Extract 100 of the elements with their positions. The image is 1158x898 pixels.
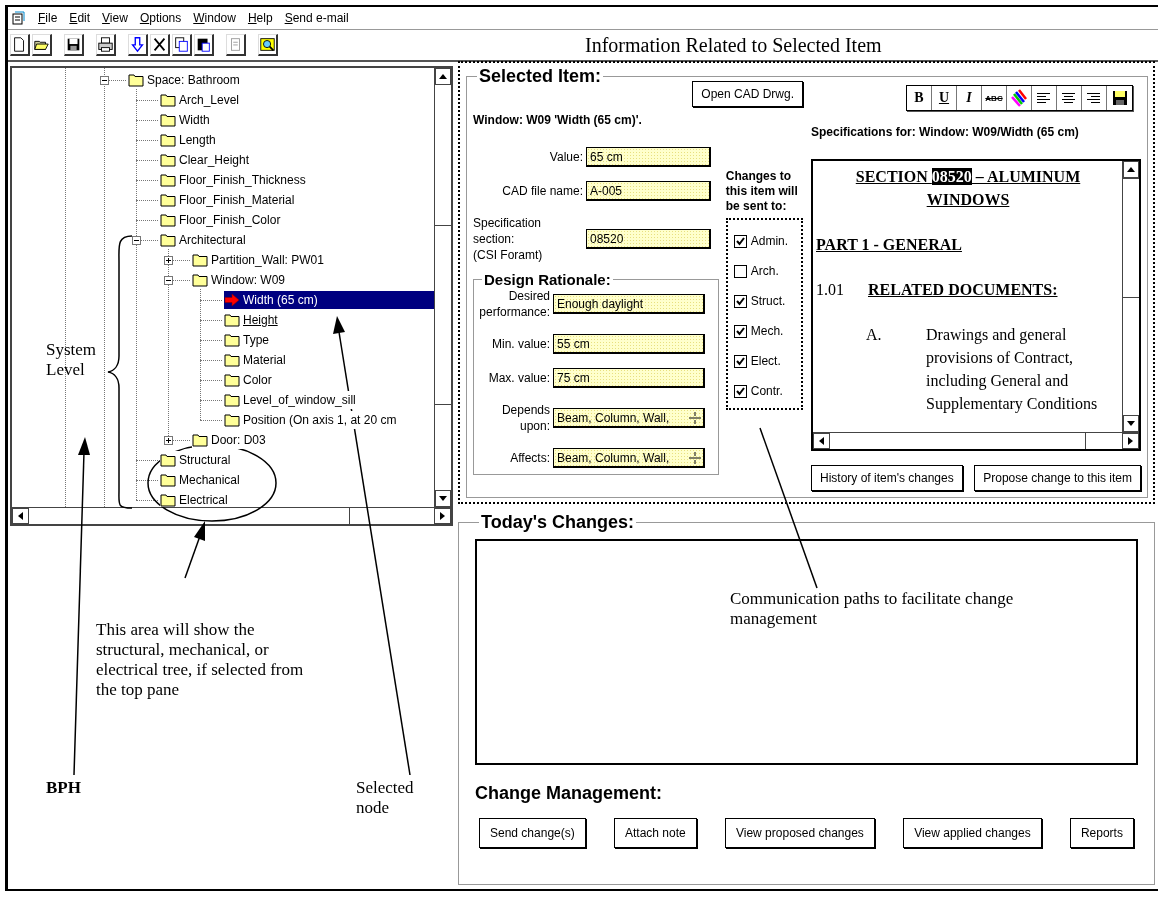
field-label: Specification section: (CSI Foramt) <box>473 215 544 263</box>
copy-button[interactable] <box>172 34 192 56</box>
horizontal-scrollbar[interactable] <box>12 507 451 524</box>
annotation-text: Selected node <box>356 778 415 818</box>
horizontal-scrollbar[interactable] <box>813 432 1139 449</box>
folder-icon <box>160 193 176 207</box>
scroll-left-button[interactable] <box>12 508 29 524</box>
spin-field[interactable]: Beam, Column, Wall, <box>553 408 705 428</box>
action-button[interactable]: Reports <box>1069 818 1134 848</box>
arrow-icon <box>224 293 240 307</box>
collapse-icon[interactable] <box>131 235 141 245</box>
folder-icon <box>160 173 176 187</box>
checkbox-label: Struct. <box>750 294 786 308</box>
format-button[interactable]: ABC <box>982 86 1007 110</box>
new-file-button[interactable] <box>10 34 30 56</box>
folder-icon <box>160 493 176 507</box>
item-paragraph: Drawings and general provisions of Contract, including General and Supplementary Conditions <box>926 325 1099 415</box>
menu-item[interactable]: Options <box>139 11 182 25</box>
delete-button[interactable] <box>150 34 170 56</box>
open-cad-button[interactable]: Open CAD Drwg. <box>692 81 803 107</box>
changes-list[interactable] <box>475 539 1138 765</box>
scroll-right-button[interactable] <box>434 508 451 524</box>
vertical-scrollbar[interactable] <box>434 68 451 507</box>
app-icon[interactable] <box>12 11 26 25</box>
clause-number: 1.01 <box>816 280 845 300</box>
spin-field[interactable]: Beam, Column, Wall, <box>553 448 705 468</box>
checkbox[interactable] <box>733 234 747 248</box>
section-heading: SECTION 08520 – ALUMINUM WINDOWS <box>854 167 1082 210</box>
input-field[interactable]: 08520 <box>586 229 711 249</box>
print-button[interactable] <box>96 34 116 56</box>
folder-icon <box>224 353 240 367</box>
left-arrow-icon <box>819 437 824 445</box>
input-field[interactable]: 75 cm <box>553 368 705 388</box>
down-arrow-button[interactable] <box>128 34 148 56</box>
folder-icon <box>224 413 240 427</box>
scroll-down-button[interactable] <box>435 490 451 507</box>
folder-icon <box>160 453 176 467</box>
action-button[interactable]: View proposed changes <box>725 818 875 848</box>
checkbox-label: Admin. <box>750 234 789 248</box>
expand-icon[interactable] <box>163 435 173 445</box>
checkbox[interactable] <box>733 384 747 398</box>
down-arrow-icon <box>439 496 447 501</box>
save-icon <box>1111 90 1128 106</box>
scroll-up-button[interactable] <box>1123 161 1139 178</box>
open-folder-button[interactable] <box>32 34 52 56</box>
menu-item[interactable]: File <box>38 11 58 25</box>
folder-icon <box>192 433 208 447</box>
checkbox-label: Arch. <box>750 264 779 278</box>
folder-icon <box>160 213 176 227</box>
checkbox-label: Mech. <box>750 324 784 338</box>
folder-icon <box>224 333 240 347</box>
folder-search-button[interactable] <box>258 34 278 56</box>
group-title: Design Rationale: <box>483 271 612 288</box>
folder-search-icon <box>259 35 276 54</box>
input-field[interactable]: A-005 <box>586 181 711 201</box>
folder-icon <box>192 253 208 267</box>
checkbox[interactable] <box>733 354 747 368</box>
menu-item[interactable]: Edit <box>69 11 91 25</box>
action-button[interactable]: View applied changes <box>903 818 1042 848</box>
folder-icon <box>160 113 176 127</box>
item-letter: A. <box>865 325 883 345</box>
folder-icon <box>160 473 176 487</box>
checkbox[interactable] <box>733 294 747 308</box>
right-arrow-icon <box>440 512 445 520</box>
left-arrow-icon <box>18 512 23 520</box>
input-field[interactable]: 65 cm <box>586 147 711 167</box>
clause-title: RELATED DOCUMENTS: <box>868 280 1058 300</box>
collapse-icon[interactable] <box>163 275 173 285</box>
action-button[interactable]: Send change(s) <box>479 818 586 848</box>
input-field[interactable]: 55 cm <box>553 334 705 354</box>
folder-icon <box>192 273 208 287</box>
field-label: CAD file name: <box>501 183 583 199</box>
spinner-icon <box>689 451 701 465</box>
field-label: Min. value: <box>490 336 550 352</box>
action-button[interactable]: Attach note <box>614 818 697 848</box>
item-label: Window: W09 'Width (65 cm)'. <box>473 113 643 127</box>
part-heading: PART 1 - GENERAL <box>816 235 963 255</box>
checkbox[interactable] <box>733 324 747 338</box>
input-field[interactable]: Enough daylight <box>553 294 705 314</box>
checkbox[interactable] <box>733 264 747 278</box>
checkbox-label: Contr. <box>750 384 783 398</box>
collapse-icon[interactable] <box>99 75 109 85</box>
field-label: Affects: <box>509 450 550 466</box>
tree-node[interactable]: Width (65 cm) <box>224 291 434 309</box>
menu-item[interactable]: View <box>102 11 128 25</box>
paste-button[interactable] <box>194 34 214 56</box>
save-button[interactable] <box>64 34 84 56</box>
scroll-right-button[interactable] <box>1122 433 1139 449</box>
expand-icon[interactable] <box>163 255 173 265</box>
menu-item[interactable]: Window <box>193 11 236 25</box>
vertical-scrollbar[interactable] <box>1122 161 1139 432</box>
action-button[interactable]: Propose change to this item <box>974 465 1141 491</box>
scroll-down-button[interactable] <box>1123 415 1139 432</box>
document-button[interactable] <box>226 34 246 56</box>
folder-icon <box>128 73 144 87</box>
scroll-up-button[interactable] <box>435 68 451 85</box>
scroll-left-button[interactable] <box>813 433 830 449</box>
menu-item[interactable]: Send e-mail <box>284 11 349 25</box>
action-button[interactable]: History of item's changes <box>811 465 963 491</box>
menu-item[interactable]: Help <box>247 11 273 25</box>
